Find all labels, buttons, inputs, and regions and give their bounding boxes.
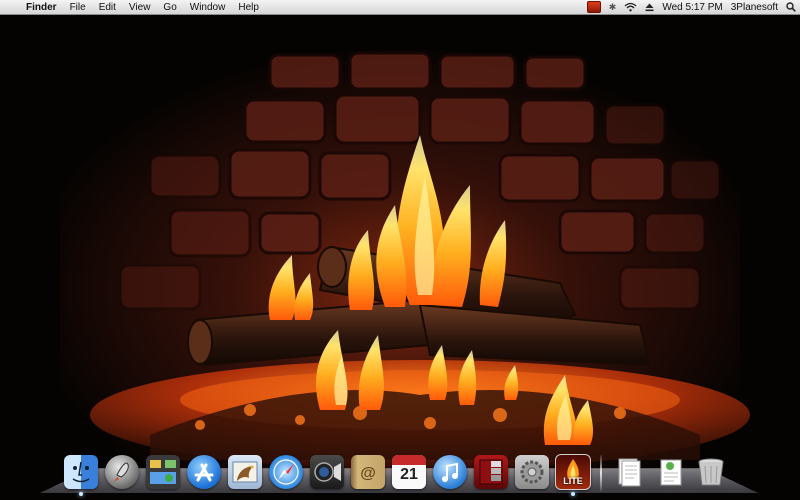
menu-app-finder[interactable]: Finder bbox=[22, 2, 64, 13]
menu-extras: ✱ Wed 5:17 PM 3Planesoft bbox=[583, 0, 800, 14]
dock-separator bbox=[600, 455, 602, 491]
menu-edit[interactable]: Edit bbox=[93, 2, 123, 13]
dock-item-ical[interactable]: 21 bbox=[390, 453, 428, 491]
downloads-stack-icon bbox=[653, 455, 687, 489]
dock-item-safari[interactable] bbox=[267, 453, 305, 491]
menu-help[interactable]: Help bbox=[232, 2, 266, 13]
safari-icon bbox=[269, 455, 303, 489]
dock-item-facetime[interactable] bbox=[308, 453, 346, 491]
desktop-wallpaper bbox=[0, 15, 800, 500]
fireplace-lite-icon: LITE bbox=[555, 454, 591, 490]
calendar-icon: 21 bbox=[392, 455, 426, 489]
dock-item-trash[interactable] bbox=[692, 453, 730, 491]
dock-item-documents[interactable] bbox=[610, 453, 648, 491]
dock-item-app-store[interactable] bbox=[185, 453, 223, 491]
documents-stack-icon bbox=[612, 455, 646, 489]
dock-item-address-book[interactable]: @ bbox=[349, 453, 387, 491]
dock-item-finder[interactable] bbox=[62, 453, 100, 496]
fireplace-status-icon[interactable] bbox=[586, 1, 601, 13]
calendar-day: 21 bbox=[400, 466, 418, 483]
svg-text:@: @ bbox=[360, 465, 376, 482]
app-store-icon bbox=[187, 455, 221, 489]
menu-go[interactable]: Go bbox=[157, 2, 183, 13]
running-indicator bbox=[79, 492, 83, 496]
menu-user[interactable]: 3Planesoft bbox=[731, 2, 778, 13]
menu-clock[interactable]: Wed 5:17 PM bbox=[662, 2, 722, 13]
dock-item-downloads[interactable] bbox=[651, 453, 689, 491]
mail-icon bbox=[228, 455, 262, 489]
menu-file[interactable]: File bbox=[64, 2, 93, 13]
trash-icon bbox=[694, 455, 728, 489]
spotlight-icon[interactable] bbox=[786, 2, 796, 12]
mission-control-icon bbox=[146, 455, 180, 489]
itunes-icon bbox=[433, 455, 467, 489]
fireplace-scene bbox=[0, 15, 800, 500]
dock-item-fireplace-lite[interactable]: LITE bbox=[554, 453, 592, 496]
eject-icon[interactable] bbox=[645, 3, 654, 12]
menu-view[interactable]: View bbox=[123, 2, 158, 13]
dock-item-launchpad[interactable] bbox=[103, 453, 141, 491]
menu-window[interactable]: Window bbox=[184, 2, 233, 13]
system-preferences-icon bbox=[515, 455, 549, 489]
dock: @ 21 LITE bbox=[62, 447, 730, 496]
wifi-icon[interactable] bbox=[624, 2, 637, 12]
dock-item-mail[interactable] bbox=[226, 453, 264, 491]
menu-bar: Finder File Edit View Go Window Help ✱ W… bbox=[0, 0, 800, 15]
dock-item-photo-booth[interactable] bbox=[472, 453, 510, 491]
facetime-icon bbox=[310, 455, 344, 489]
lite-label: LITE bbox=[563, 476, 583, 486]
finder-icon bbox=[64, 455, 98, 489]
running-indicator bbox=[571, 492, 575, 496]
photo-booth-icon bbox=[474, 455, 508, 489]
dock-item-mission-control[interactable] bbox=[144, 453, 182, 491]
bluetooth-icon[interactable]: ✱ bbox=[609, 2, 617, 13]
dock-item-system-preferences[interactable] bbox=[513, 453, 551, 491]
launchpad-icon bbox=[105, 455, 139, 489]
address-book-icon: @ bbox=[351, 455, 385, 489]
dock-item-itunes[interactable] bbox=[431, 453, 469, 491]
